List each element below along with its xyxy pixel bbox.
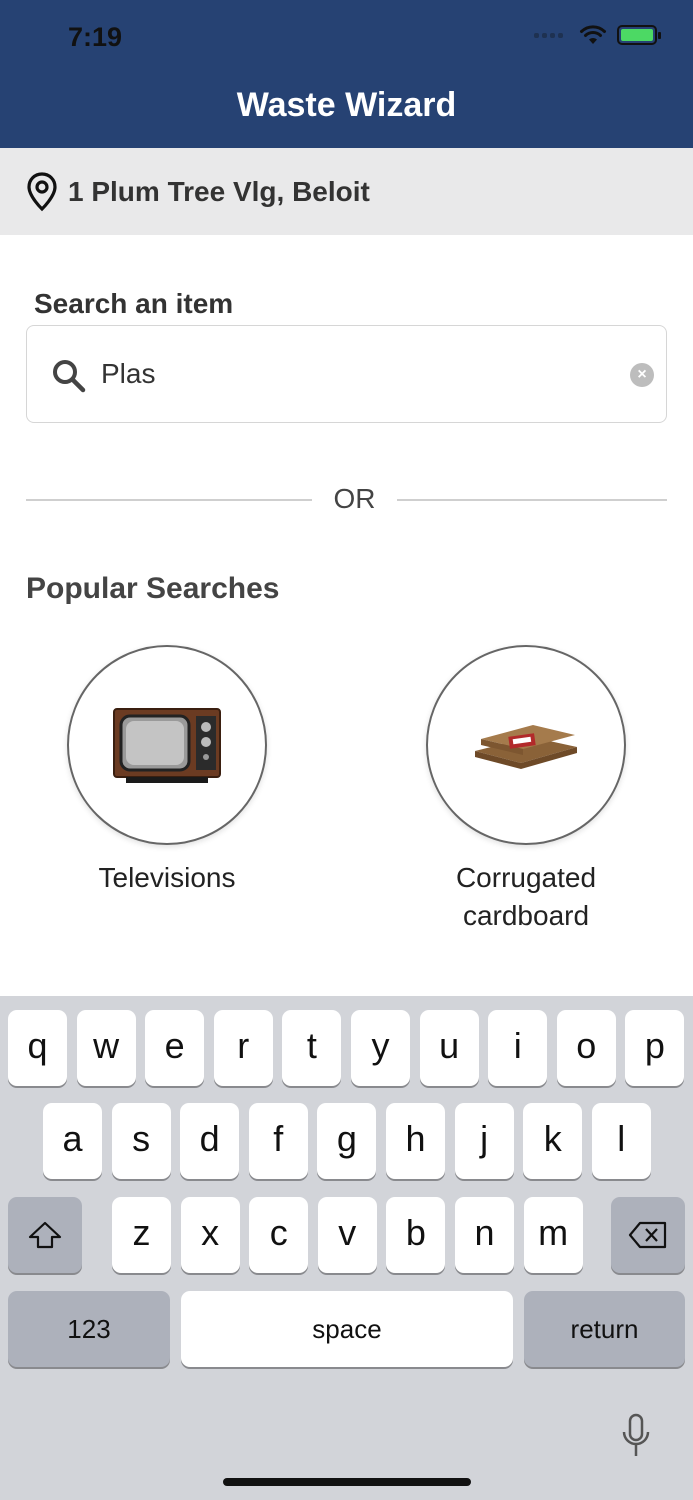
app-header: 7:19 Waste Wizard bbox=[0, 0, 693, 148]
divider-line-right bbox=[397, 499, 667, 501]
key-y[interactable]: y bbox=[351, 1010, 410, 1086]
key-g[interactable]: g bbox=[317, 1103, 377, 1179]
microphone-icon[interactable] bbox=[620, 1412, 652, 1460]
return-key[interactable]: return bbox=[524, 1291, 685, 1367]
search-input[interactable] bbox=[101, 350, 621, 398]
key-r[interactable]: r bbox=[213, 1010, 273, 1086]
cellular-signal-icon bbox=[534, 32, 563, 38]
television-icon bbox=[113, 708, 221, 783]
key-x[interactable]: x bbox=[180, 1197, 240, 1273]
or-divider: OR bbox=[26, 480, 667, 520]
televisions-image-circle[interactable] bbox=[67, 645, 267, 845]
numbers-key[interactable]: 123 bbox=[8, 1291, 170, 1367]
key-t[interactable]: t bbox=[282, 1010, 342, 1086]
key-h[interactable]: h bbox=[386, 1103, 445, 1179]
search-icon bbox=[53, 360, 86, 393]
key-i[interactable]: i bbox=[488, 1010, 548, 1086]
key-b[interactable]: b bbox=[386, 1197, 446, 1273]
popular-item-televisions[interactable]: Televisions bbox=[57, 645, 277, 897]
search-label: Search an item bbox=[34, 288, 234, 319]
battery-icon bbox=[617, 25, 661, 45]
status-time: 7:19 bbox=[68, 22, 123, 52]
key-f[interactable]: f bbox=[248, 1103, 308, 1179]
location-address: 1 Plum Tree Vlg, Beloit bbox=[68, 175, 370, 207]
cardboard-icon bbox=[475, 725, 577, 769]
wifi-icon bbox=[580, 25, 606, 44]
key-e[interactable]: e bbox=[145, 1010, 205, 1086]
home-indicator bbox=[223, 1478, 471, 1486]
clear-icon[interactable]: × bbox=[630, 363, 654, 387]
shift-key[interactable] bbox=[8, 1197, 82, 1273]
key-l[interactable]: l bbox=[591, 1103, 651, 1179]
key-z[interactable]: z bbox=[112, 1197, 171, 1273]
popular-searches-title: Popular Searches bbox=[26, 572, 280, 605]
location-pin-icon bbox=[27, 171, 57, 211]
location-bar[interactable]: 1 Plum Tree Vlg, Beloit bbox=[0, 148, 693, 235]
key-p[interactable]: p bbox=[625, 1010, 685, 1086]
key-j[interactable]: j bbox=[454, 1103, 514, 1179]
key-q[interactable]: q bbox=[8, 1010, 67, 1086]
status-indicators bbox=[534, 24, 661, 46]
key-s[interactable]: s bbox=[111, 1103, 171, 1179]
or-text: OR bbox=[333, 483, 376, 514]
key-w[interactable]: w bbox=[76, 1010, 136, 1086]
key-u[interactable]: u bbox=[419, 1010, 479, 1086]
key-c[interactable]: c bbox=[249, 1197, 309, 1273]
backspace-icon bbox=[628, 1221, 667, 1249]
key-v[interactable]: v bbox=[317, 1197, 377, 1273]
popular-item-corrugated-cardboard[interactable]: Corrugated cardboard bbox=[416, 645, 636, 935]
cardboard-image-circle[interactable] bbox=[426, 645, 626, 845]
shift-icon bbox=[28, 1221, 62, 1249]
space-key[interactable]: space bbox=[181, 1291, 513, 1367]
app-title: Waste Wizard bbox=[236, 86, 457, 124]
key-d[interactable]: d bbox=[180, 1103, 240, 1179]
popular-item-label: Televisions bbox=[98, 862, 236, 893]
search-box[interactable]: × bbox=[26, 325, 667, 423]
popular-item-label: Corrugated cardboard bbox=[455, 862, 597, 931]
divider-line-left bbox=[26, 499, 312, 501]
backspace-key[interactable] bbox=[611, 1197, 685, 1273]
key-k[interactable]: k bbox=[523, 1103, 583, 1179]
key-a[interactable]: a bbox=[43, 1103, 102, 1179]
key-m[interactable]: m bbox=[523, 1197, 583, 1273]
key-n[interactable]: n bbox=[455, 1197, 514, 1273]
key-o[interactable]: o bbox=[556, 1010, 616, 1086]
